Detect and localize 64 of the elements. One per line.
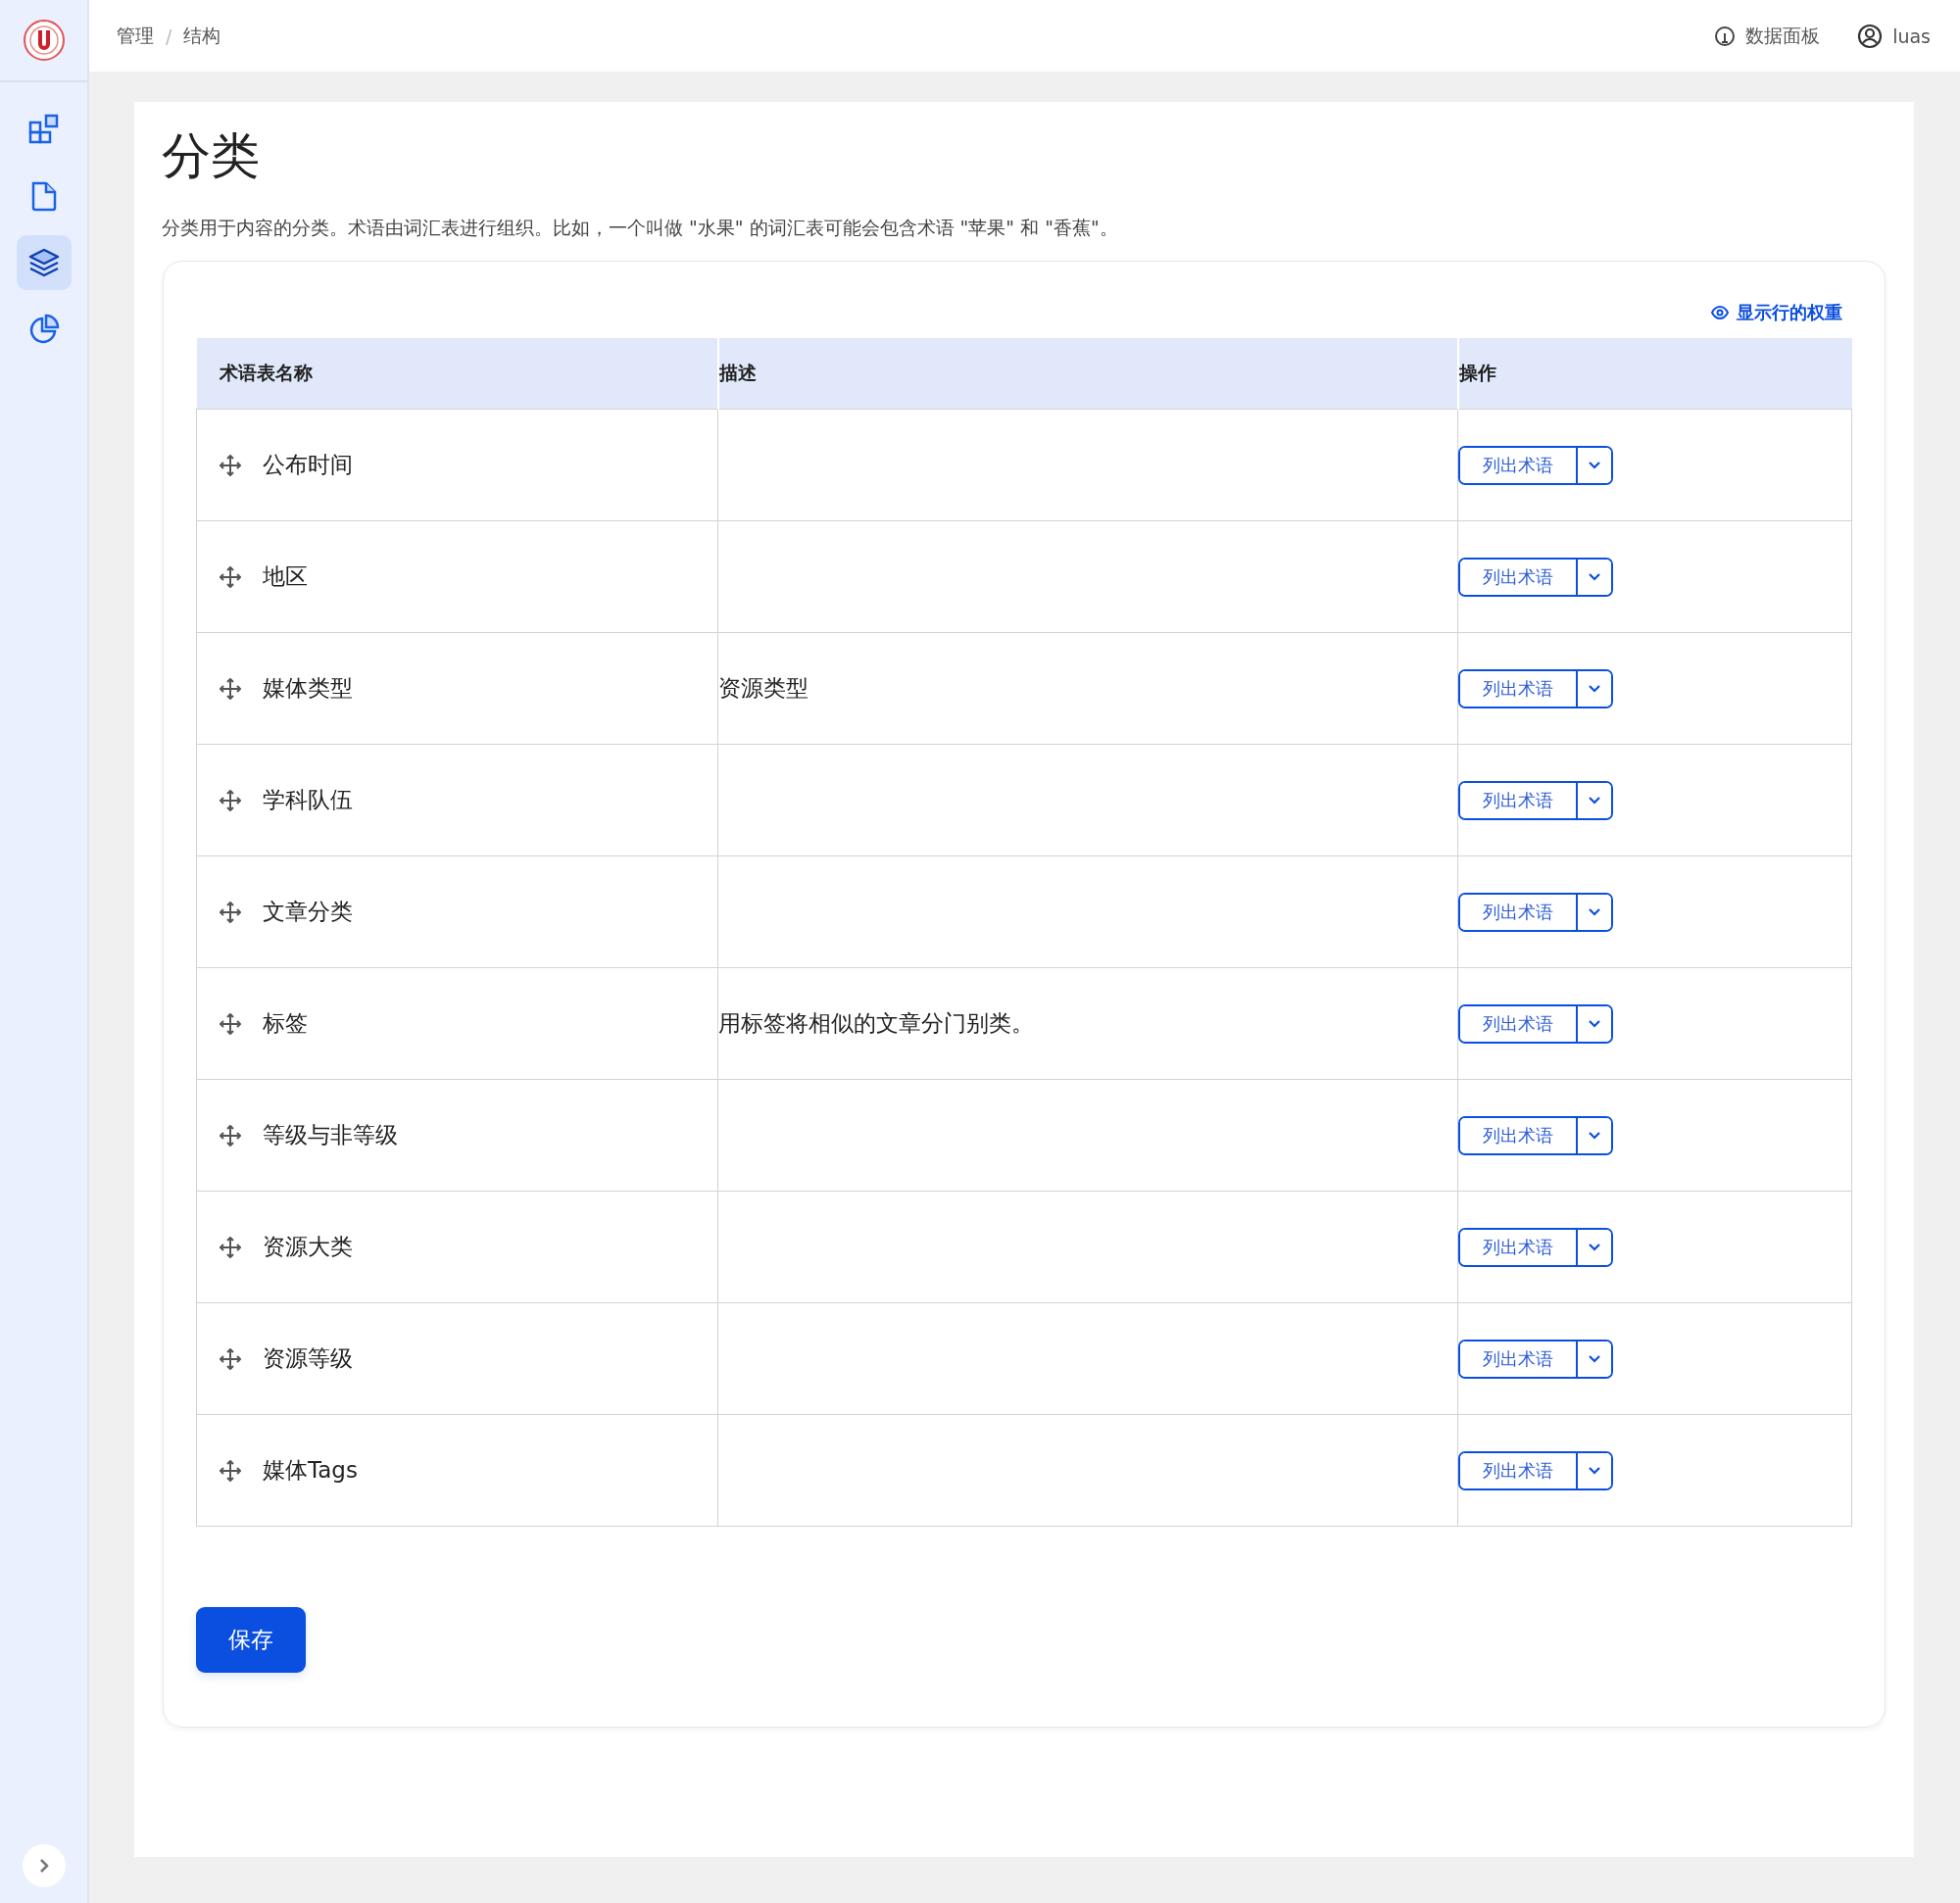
drag-handle-icon[interactable] [220,1012,241,1035]
drag-handle-icon[interactable] [220,454,241,476]
vocabulary-name: 学科队伍 [263,786,353,814]
dropdown-toggle-button[interactable] [1576,1229,1611,1265]
layers-icon [27,247,60,278]
page-title: 分类 [162,126,261,186]
vocabulary-name: 等级与非等级 [263,1121,398,1149]
gauge-icon [1714,24,1737,47]
dashboard-link[interactable]: 数据面板 [1745,23,1821,49]
chevron-down-icon [1588,461,1601,469]
drag-handle-icon[interactable] [220,1347,241,1370]
show-row-weights-link[interactable]: 显示行的权重 [1711,301,1842,324]
chevron-down-icon [1588,1131,1601,1140]
sidebar-nav-item[interactable] [16,235,72,290]
vocabulary-description: 用标签将相似的文章分门别类。 [718,1010,1034,1036]
dropdown-toggle-button[interactable] [1576,894,1611,930]
drag-handle-icon[interactable] [220,789,241,811]
column-header: 操作 [1457,338,1852,410]
chevron-down-icon [1588,1354,1601,1363]
dropdown-toggle-button[interactable] [1576,1117,1611,1153]
vocabulary-name: 媒体类型 [263,674,353,703]
drag-handle-icon[interactable] [220,901,241,923]
chevron-down-icon [1588,907,1601,916]
vocabulary-name: 文章分类 [263,898,353,926]
chevron-right-icon [38,1858,49,1874]
page-description: 分类用于内容的分类。术语由词汇表进行组织。比如，一个叫做 "水果" 的词汇表可能会包含术语 "苹果" 和 "香蕉"。 [162,216,1119,240]
vocabulary-name: 标签 [263,1009,308,1038]
drag-handle-icon[interactable] [220,1124,241,1147]
vocabulary-name: 地区 [263,562,308,591]
dropdown-toggle-button[interactable] [1576,782,1611,818]
vocabulary-description: 资源类型 [718,675,808,701]
dropdown-toggle-button[interactable] [1576,559,1611,595]
column-header: 描述 [717,338,1458,410]
breadcrumb-separator: / [166,24,172,47]
vocabulary-name: 资源大类 [263,1233,353,1261]
vocabulary-name: 媒体Tags [263,1456,358,1485]
user-name[interactable]: luas [1892,24,1931,47]
breadcrumb-item: 结构 [183,23,221,48]
vocabulary-name: 资源等级 [263,1344,353,1373]
chevron-down-icon [1588,1466,1601,1475]
dashboard-grid-icon [27,114,60,145]
dropdown-toggle-button[interactable] [1576,1005,1611,1042]
dropdown-toggle-button[interactable] [1576,447,1611,483]
document-icon [29,180,58,212]
dropdown-toggle-button[interactable] [1576,1341,1611,1377]
drag-handle-icon[interactable] [220,565,241,588]
dropdown-toggle-button[interactable] [1576,1452,1611,1488]
user-avatar-icon [1857,23,1884,49]
chevron-down-icon [1588,796,1601,805]
eye-icon [1711,306,1729,319]
breadcrumb-item[interactable]: 管理 [117,23,154,49]
chevron-down-icon [1588,1019,1601,1028]
logo-icon [22,19,66,62]
column-header: 术语表名称 [196,338,718,410]
chevron-down-icon [1588,572,1601,581]
chevron-down-icon [1588,1243,1601,1251]
pie-chart-icon [27,314,60,345]
save-button[interactable]: 保存 [196,1607,306,1673]
dropdown-toggle-button[interactable] [1576,670,1611,707]
chevron-down-icon [1588,684,1601,693]
drag-handle-icon[interactable] [220,1236,241,1258]
drag-handle-icon[interactable] [220,677,241,700]
drag-handle-icon[interactable] [220,1459,241,1482]
vocabulary-name: 公布时间 [263,451,353,479]
